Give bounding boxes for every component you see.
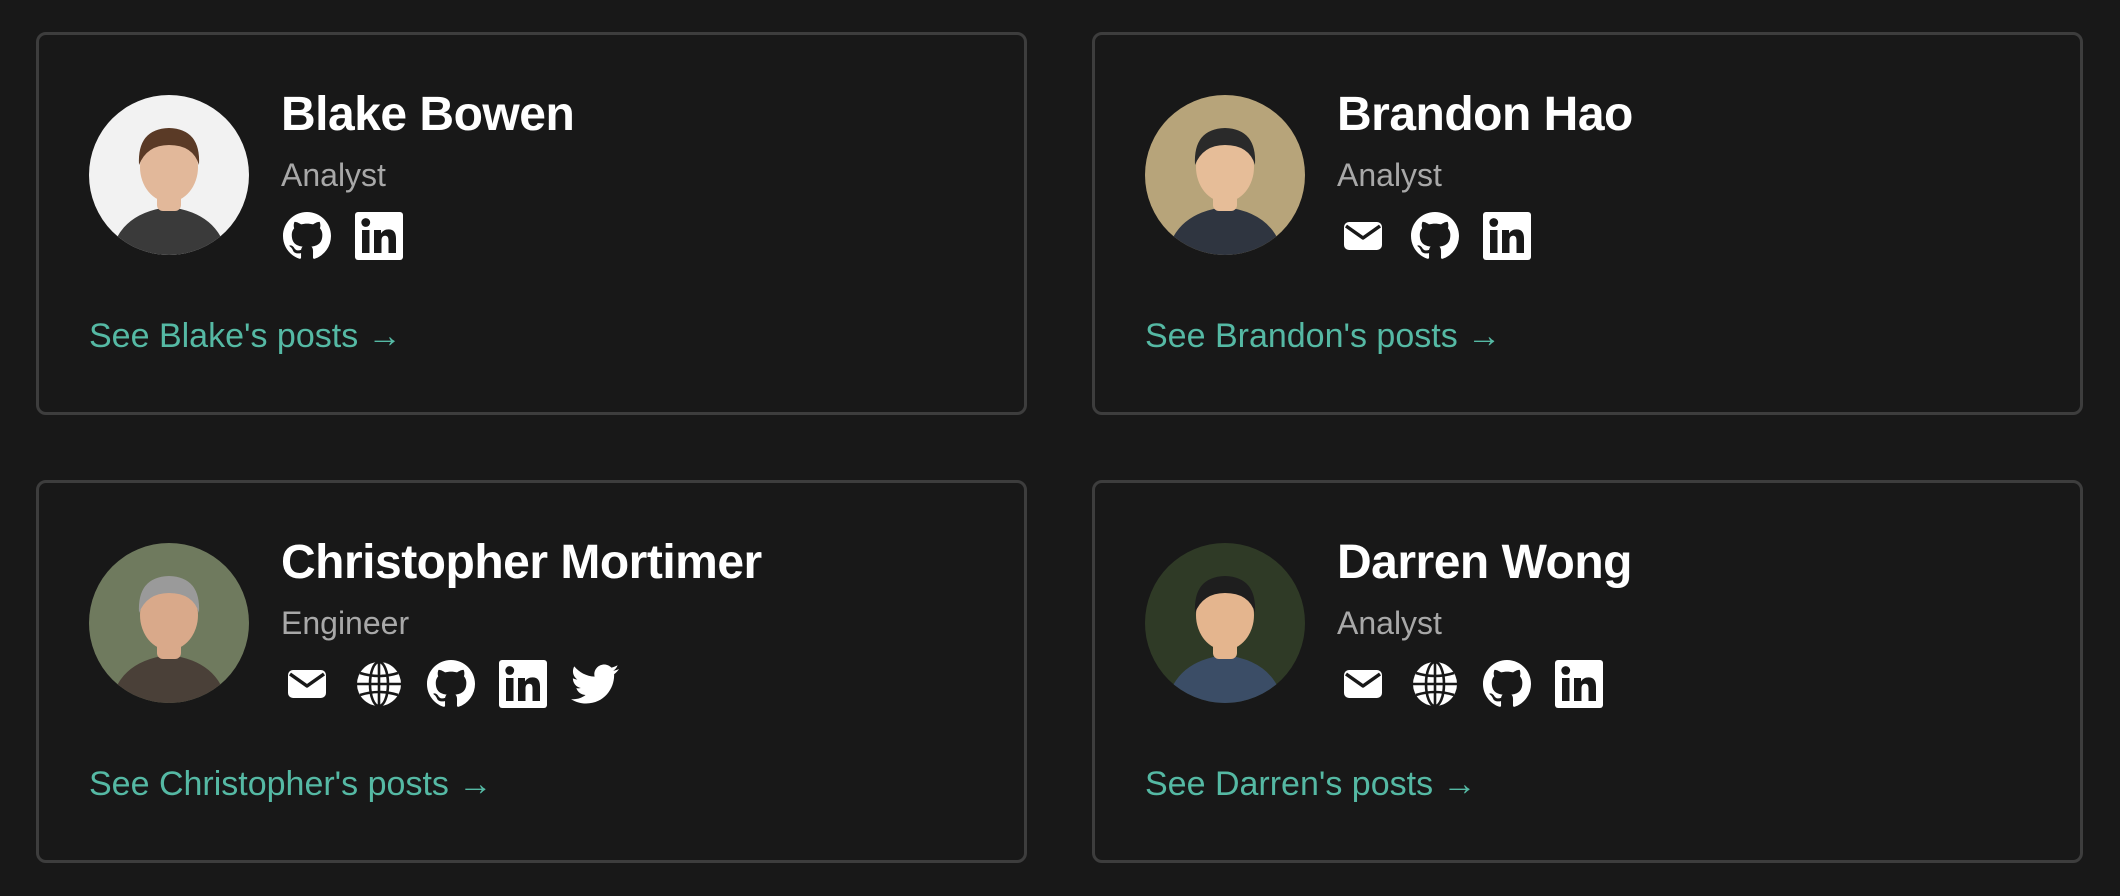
linkedin-icon[interactable] — [497, 658, 549, 710]
see-posts-link[interactable]: See Christopher's posts → — [89, 765, 492, 804]
member-name: Darren Wong — [1337, 536, 1632, 589]
linkedin-icon[interactable] — [353, 210, 405, 262]
social-links — [1337, 658, 1625, 710]
member-name: Christopher Mortimer — [281, 536, 762, 589]
linkedin-icon[interactable] — [1481, 210, 1533, 262]
member-card: Blake Bowen Analyst See Blake's posts → — [36, 32, 1027, 415]
member-name: Brandon Hao — [1337, 88, 1633, 141]
email-icon[interactable] — [281, 658, 333, 710]
member-card: Darren Wong Analyst See Darren's posts → — [1092, 480, 2083, 863]
member-role: Analyst — [1337, 157, 1442, 193]
team-grid: Blake Bowen Analyst See Blake's posts → … — [0, 0, 2120, 896]
github-icon[interactable] — [1409, 210, 1461, 262]
avatar — [1145, 95, 1305, 255]
member-card: Christopher Mortimer Engineer See Christ… — [36, 480, 1027, 863]
member-role: Analyst — [1337, 605, 1442, 641]
social-links — [1337, 210, 1553, 262]
github-icon[interactable] — [1481, 658, 1533, 710]
globe-icon[interactable] — [353, 658, 405, 710]
member-role: Analyst — [281, 157, 386, 193]
email-icon[interactable] — [1337, 210, 1389, 262]
see-posts-link[interactable]: See Blake's posts → — [89, 317, 402, 356]
see-posts-link[interactable]: See Darren's posts → — [1145, 765, 1477, 804]
avatar — [89, 543, 249, 703]
avatar — [89, 95, 249, 255]
linkedin-icon[interactable] — [1553, 658, 1605, 710]
avatar — [1145, 543, 1305, 703]
see-posts-link[interactable]: See Brandon's posts → — [1145, 317, 1501, 356]
github-icon[interactable] — [425, 658, 477, 710]
github-icon[interactable] — [281, 210, 333, 262]
email-icon[interactable] — [1337, 658, 1389, 710]
member-name: Blake Bowen — [281, 88, 575, 141]
social-links — [281, 658, 641, 710]
globe-icon[interactable] — [1409, 658, 1461, 710]
social-links — [281, 210, 425, 262]
member-role: Engineer — [281, 605, 410, 641]
twitter-icon[interactable] — [569, 658, 621, 710]
member-card: Brandon Hao Analyst See Brandon's posts … — [1092, 32, 2083, 415]
